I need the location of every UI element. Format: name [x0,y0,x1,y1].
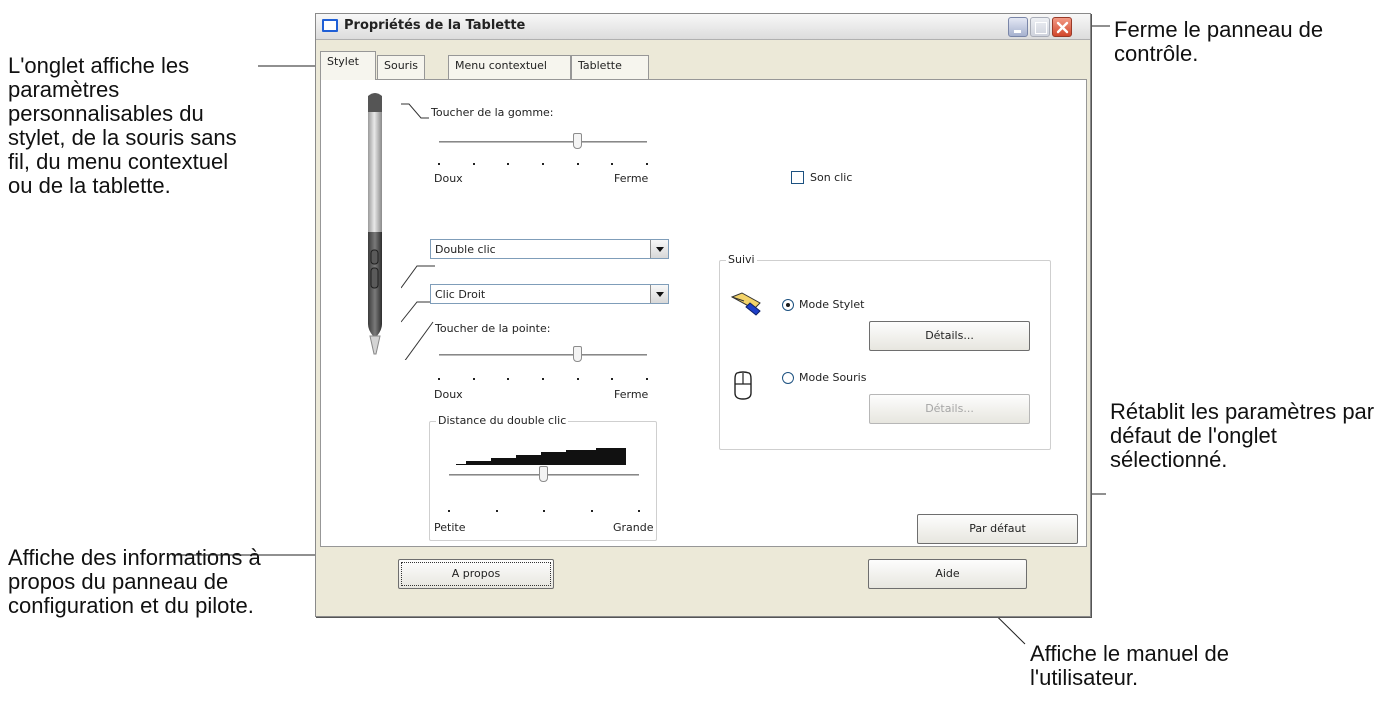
default-button[interactable]: Par défaut [917,514,1078,544]
slider-tick [638,510,640,512]
chevron-down-icon[interactable] [650,240,668,258]
slider-tick [542,163,544,165]
tab-souris[interactable]: Souris [377,55,425,79]
mouse-mode-details-button[interactable]: Détails... [869,394,1030,424]
distance-slider-thumb[interactable] [539,466,548,482]
upper-side-button-value: Double clic [435,243,496,256]
eraser-feel-slider-thumb[interactable] [573,133,583,149]
slider-tick [438,163,440,165]
double-click-distance-title: Distance du double clic [436,414,569,427]
pen-mode-radio[interactable] [782,299,794,311]
slider-tick [472,163,475,165]
close-icon [1056,21,1069,34]
slider-tick [646,163,648,165]
tip-feel-slider-thumb[interactable] [573,346,583,362]
distance-large-label: Grande [613,521,654,534]
tablet-properties-window: Propriétés de la Tablette Stylet Souris … [315,13,1091,617]
pen-connector-lines [401,103,435,360]
upper-side-button-select[interactable]: Double clic [430,239,669,259]
chevron-down-icon[interactable] [650,285,668,303]
tab-stylet[interactable]: Stylet [320,51,376,80]
click-sound-label: Son clic [810,171,853,184]
distance-ramp-icon [456,448,626,465]
callout-tab-description: L'onglet affiche les paramètres personna… [8,53,237,198]
callout-about-description: Affiche des informations à propos du pan… [8,545,261,618]
slider-tick [542,378,544,380]
slider-tick [611,378,614,380]
mouse-mode-icon [734,371,752,400]
about-button[interactable]: A propos [398,559,554,589]
lower-side-button-value: Clic Droit [435,288,486,301]
slider-tick [543,510,545,512]
slider-tick [611,163,614,165]
slider-tick [576,378,579,380]
slider-tick [507,378,510,380]
window-app-icon [322,19,338,32]
slider-tick [495,510,498,512]
eraser-soft-label: Doux [434,172,463,185]
double-click-distance-group: Distance du double clic Petite Grande [429,414,657,541]
minimize-button[interactable] [1008,17,1028,37]
slider-tick [646,378,648,380]
eraser-feel-track [439,141,647,144]
maximize-button[interactable] [1030,17,1050,37]
tip-firm-label: Ferme [614,388,649,401]
mouse-mode-label: Mode Souris [799,371,867,384]
help-button[interactable]: Aide [868,559,1027,589]
tip-soft-label: Doux [434,388,463,401]
tab-tablette[interactable]: Tablette [571,55,649,79]
tab-menu-contextuel[interactable]: Menu contextuel [448,55,571,79]
tracking-group: Suivi Mode Stylet Détails... Mode Souris… [719,253,1051,450]
lower-side-button-select[interactable]: Clic Droit [430,284,669,304]
pen-mode-label: Mode Stylet [799,298,865,311]
slider-tick [590,510,593,512]
callout-help-description: Affiche le manuel de l'utilisateur. [1030,641,1229,690]
close-button[interactable] [1052,17,1072,37]
slider-tick [438,378,440,380]
slider-tick [472,378,475,380]
title-bar[interactable]: Propriétés de la Tablette [316,14,1090,40]
slider-tick [448,510,450,512]
mouse-mode-radio[interactable] [782,372,794,384]
pen-mode-details-button[interactable]: Détails... [869,321,1030,351]
slider-tick [507,163,510,165]
click-sound-checkbox[interactable] [791,171,804,184]
tip-feel-track [439,354,647,357]
callout-default-description: Rétablit les paramètres par défaut de l'… [1110,399,1375,472]
slider-tick [576,163,579,165]
window-title: Propriétés de la Tablette [344,18,526,33]
tip-feel-label: Toucher de la pointe: [435,322,551,335]
eraser-firm-label: Ferme [614,172,649,185]
tracking-group-title: Suivi [726,253,757,266]
distance-small-label: Petite [434,521,466,534]
callout-close-description: Ferme le panneau de contrôle. [1114,17,1324,66]
stylet-tab-panel: Toucher de la gomme: Doux Ferme Son clic… [320,79,1087,547]
pen-mode-icon [730,292,761,316]
eraser-feel-label: Toucher de la gomme: [431,106,554,119]
pen-illustration-icon [368,93,382,355]
